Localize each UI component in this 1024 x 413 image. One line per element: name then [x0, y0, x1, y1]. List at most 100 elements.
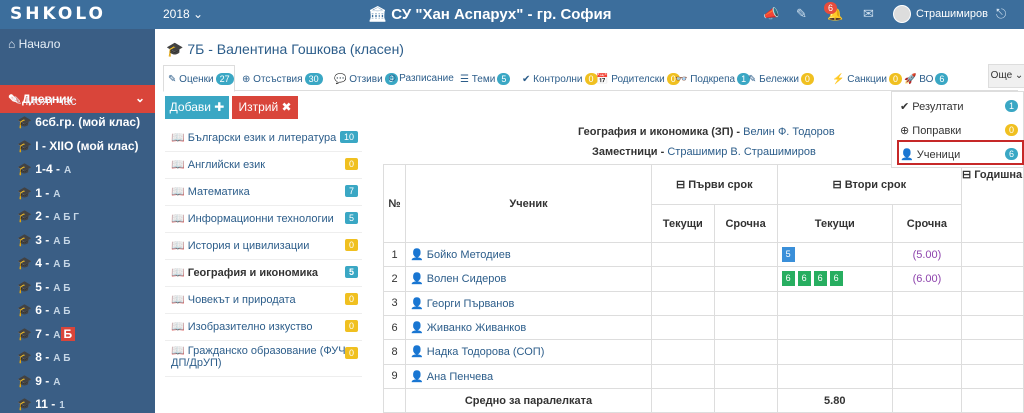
sidebar-item-class[interactable]: 🎓 6 -А Б — [0, 303, 155, 317]
year-grade[interactable] — [960, 290, 1024, 316]
sidebar-class-groups: А Б Г — [53, 212, 79, 223]
term1-current[interactable] — [651, 339, 715, 365]
app-logo[interactable]: SHKOLO — [10, 4, 106, 24]
grade-chip[interactable]: 6 — [797, 271, 811, 287]
student-name[interactable]: 👤 Ана Пенчева — [405, 363, 652, 390]
table-row: 3 👤 Георги Първанов — [383, 290, 1024, 316]
subject-item[interactable]: 📖 Гражданско образование (ФУЧ - ДП/ДрУП)… — [165, 341, 362, 377]
sidebar-item-home[interactable]: ⌂ Начало — [0, 37, 155, 51]
sidebar-item-class[interactable]: 🎓 1-4 -А — [0, 162, 155, 176]
term2-current[interactable] — [776, 314, 893, 341]
sidebar-item-class[interactable]: 🎓 7 -АБ — [0, 326, 155, 341]
megaphone-icon[interactable]: 📣 — [763, 6, 779, 22]
term2-current[interactable] — [776, 290, 893, 316]
tab-10[interactable]: 🚀 ВО 6 — [904, 73, 949, 85]
tab-6[interactable]: 📅 Родителски 0 — [596, 73, 680, 85]
term2-current[interactable] — [776, 363, 893, 390]
term1-current[interactable] — [651, 266, 715, 292]
sidebar-item-class[interactable]: 🎓 1 -А — [0, 186, 155, 200]
student-name[interactable]: 👤 Волен Сидеров — [405, 266, 652, 292]
dropdown-item-1[interactable]: ⊕ Поправки 0 — [900, 124, 1019, 137]
year-grade[interactable] — [960, 241, 1024, 268]
subject-item[interactable]: 📖 Изобразително изкуство 0 — [165, 314, 362, 341]
delete-button[interactable]: Изтрий ✖ — [232, 96, 298, 119]
term2-current[interactable]: 6666 — [776, 266, 893, 292]
year-grade[interactable] — [960, 314, 1024, 341]
tab-9[interactable]: ⚡ Санкции 0 — [832, 73, 902, 85]
footer-label: Средно за паралелката — [405, 388, 652, 413]
subject-item[interactable]: 📖 Английски език 0 — [165, 152, 362, 179]
grade-chip[interactable]: 6 — [781, 271, 795, 287]
tab-5[interactable]: ✔ Контролни 0 — [522, 73, 598, 85]
user-name[interactable]: Страшимиров — [916, 8, 988, 20]
term1-term[interactable] — [713, 363, 778, 390]
sidebar-item-class[interactable]: 🎓 5 -А Б — [0, 280, 155, 294]
sidebar-item-class[interactable]: 🎓 2 -А Б Г — [0, 209, 155, 223]
subject-item[interactable]: 📖 Информационни технологии 5 — [165, 206, 362, 233]
tab-icon: ⊕ — [242, 74, 254, 85]
subject-item[interactable]: 📖 Математика 7 — [165, 179, 362, 206]
person-icon: 👤 — [410, 370, 427, 383]
more-dropdown-button[interactable]: Още ⌄ — [988, 64, 1024, 88]
student-name[interactable]: 👤 Живанко Живанков — [405, 314, 652, 341]
edit-icon[interactable]: ✎ — [796, 6, 807, 22]
collapse-icon[interactable]: ⊟ — [962, 169, 971, 181]
graduation-cap-icon: 🎓 — [17, 138, 36, 153]
collapse-icon[interactable]: ⊟ — [676, 179, 685, 191]
term2-current[interactable] — [776, 339, 893, 365]
sidebar-item-class[interactable]: 🎓 3 -А Б — [0, 233, 155, 247]
term1-current[interactable] — [651, 241, 715, 268]
dropdown-item-0[interactable]: ✔ Резултати 1 — [900, 100, 1019, 113]
col-term1[interactable]: ⊟ Първи срок — [651, 164, 778, 205]
term1-term[interactable] — [713, 266, 778, 292]
term2-current[interactable]: 5 — [776, 241, 893, 268]
term1-term[interactable] — [713, 241, 778, 268]
col-term2[interactable]: ⊟ Втори срок — [776, 164, 962, 205]
subject-item[interactable]: 📖 Човекът и природата 0 — [165, 287, 362, 314]
tab-7[interactable]: 👓 Подкрепа 1 — [675, 73, 751, 85]
col-year[interactable]: ⊟ Годишна — [960, 164, 1024, 243]
year-selector[interactable]: 2018 ⌄ — [163, 7, 203, 21]
sidebar-class-group-active[interactable]: Б — [60, 326, 76, 341]
grade-chip[interactable]: 6 — [813, 271, 827, 287]
year-grade[interactable] — [960, 339, 1024, 365]
logout-icon[interactable]: ⎋ — [996, 6, 1006, 22]
tab-1[interactable]: ⊕ Отсъствия 30 — [242, 73, 323, 85]
term1-term[interactable] — [713, 290, 778, 316]
subject-item[interactable]: 📖 Български език и литература 10 — [165, 125, 362, 152]
tab-8[interactable]: ✎ Бележки 0 — [748, 73, 814, 85]
year-grade[interactable] — [960, 363, 1024, 390]
graduation-cap-icon: 🎓 — [17, 303, 36, 317]
deputy-link[interactable]: Страшимир В. Страшимиров — [667, 146, 816, 158]
tab-4[interactable]: ☰ Теми 5 — [460, 73, 511, 85]
term1-term[interactable] — [713, 314, 778, 341]
subject-item[interactable]: 📖 История и цивилизации 0 — [165, 233, 362, 260]
sidebar-item-class[interactable]: 🎓 8 -А Б — [0, 350, 155, 364]
term1-current[interactable] — [651, 314, 715, 341]
term1-current[interactable] — [651, 363, 715, 390]
grade-chip[interactable]: 6 — [829, 271, 843, 287]
sidebar-item-class[interactable]: 🎓 6сб.гр. (мой клас) — [0, 115, 155, 129]
year-grade[interactable] — [960, 266, 1024, 292]
mail-icon[interactable]: ✉ — [863, 6, 874, 22]
sidebar-item-class[interactable]: 🎓 9 -А — [0, 374, 155, 388]
subject-item[interactable]: 📖 География и икономика 5 — [165, 260, 362, 287]
collapse-icon[interactable]: ⊟ — [832, 179, 841, 191]
school-name: СУ "Хан Аспарух" - гр. София — [391, 6, 612, 23]
student-name[interactable]: 👤 Надка Тодорова (СОП) — [405, 339, 652, 365]
tab-3[interactable]: ⊙ Разписание — [388, 73, 454, 84]
sidebar-item-class[interactable]: 🎓 4 -А Б — [0, 256, 155, 270]
term1-term[interactable] — [713, 339, 778, 365]
term1-current[interactable] — [651, 290, 715, 316]
student-name[interactable]: 👤 Георги Първанов — [405, 290, 652, 316]
sidebar-item-class[interactable]: 🎓 11 -1 — [0, 397, 155, 411]
sidebar-item-class[interactable]: 🎓 I - XIIO (мой клас) — [0, 139, 155, 153]
tab-0[interactable]: ✎ Оценки 27 — [168, 73, 234, 85]
teacher-link[interactable]: Велин Ф. Тодоров — [743, 126, 835, 138]
student-name[interactable]: 👤 Бойко Методиев — [405, 241, 652, 268]
sidebar-item-my-hour[interactable]: ✎ Моят час — [0, 94, 155, 108]
grade-chip[interactable]: 5 — [781, 247, 795, 263]
add-button[interactable]: Добави ✚ — [165, 96, 229, 119]
avatar[interactable] — [893, 5, 911, 23]
tab-label: Подкрепа — [690, 74, 736, 85]
